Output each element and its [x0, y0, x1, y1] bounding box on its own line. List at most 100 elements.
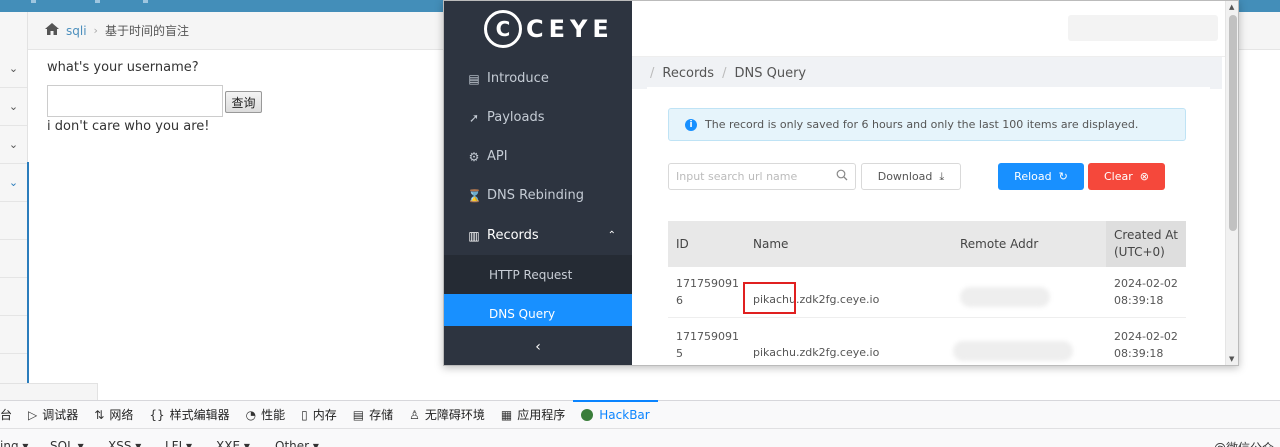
nav-item-api[interactable]: ⚙ API — [444, 137, 632, 176]
download-label: Download — [877, 170, 933, 183]
row-created-at: 2024-02-02 08:39:18 — [1114, 275, 1178, 309]
vertical-scrollbar[interactable]: ▲ ▼ — [1225, 1, 1238, 365]
clear-button[interactable]: Clear ⊗ — [1088, 163, 1165, 190]
row-name: pikachu.zdk2fg.ceye.io — [753, 346, 880, 359]
hackbar-menu-sql[interactable]: SQL ▾ — [50, 439, 84, 447]
row-id: 171759091 5 — [676, 328, 739, 362]
reload-button[interactable]: Reload ↻ — [998, 163, 1084, 190]
created-at-tz: (UTC+0) — [1114, 245, 1165, 259]
username-input[interactable] — [47, 85, 223, 117]
collapse-sidebar-button[interactable]: ‹ — [444, 326, 632, 365]
remote-addr-redacted — [960, 287, 1050, 307]
debugger-icon: ▷ — [28, 407, 38, 422]
scroll-up-icon[interactable]: ▲ — [1229, 3, 1234, 11]
nav-item-introduce[interactable]: ▤ Introduce — [444, 59, 632, 98]
tab-accessibility[interactable]: ♙ 无障碍环境 — [401, 401, 493, 429]
sidebar-active-indicator — [27, 162, 29, 394]
sidebar-chevron-active[interactable]: ⌄ — [0, 164, 27, 202]
row-created-at: 2024-02-02 08:39:18 — [1114, 328, 1178, 362]
nav-label: DNS Rebinding — [487, 188, 585, 203]
tab-label: 性能 — [261, 408, 286, 422]
user-menu[interactable] — [1068, 15, 1218, 41]
search-input[interactable]: Input search url name — [668, 163, 856, 190]
logo-text: CEYE — [526, 15, 614, 43]
created-at-label: Created At — [1114, 228, 1179, 242]
column-header-id: ID — [676, 237, 689, 251]
nav-label: Payloads — [487, 110, 545, 125]
nav-item-dns-rebinding[interactable]: ⌛ DNS Rebinding — [444, 176, 632, 215]
ceye-logo[interactable]: C CEYE — [484, 9, 614, 49]
sidebar-row — [0, 240, 27, 278]
breadcrumb-records[interactable]: Records — [662, 66, 714, 81]
tab-label: 内存 — [312, 408, 337, 422]
tab-label: 应用程序 — [517, 408, 566, 422]
download-icon: ⤓ — [939, 169, 945, 183]
sidebar-chevron-3[interactable]: ⌄ — [0, 126, 27, 164]
hackbar-menu-encoding[interactable]: ing ▾ — [0, 439, 28, 447]
tab-network[interactable]: ⇅ 网络 — [86, 401, 141, 429]
breadcrumb-current: 基于时间的盲注 — [104, 24, 189, 38]
hourglass-icon: ⌛ — [467, 188, 482, 203]
ceye-breadcrumb: / Records / DNS Query — [632, 57, 1222, 89]
tab-console[interactable]: 台 — [0, 401, 20, 429]
hackbar-menu-other[interactable]: Other ▾ — [275, 439, 319, 447]
hackbar-menu-xss[interactable]: XSS ▾ — [108, 439, 141, 447]
tab-label: 样式编辑器 — [169, 408, 230, 422]
nav-item-payloads[interactable]: ➚ Payloads — [444, 98, 632, 137]
tab-style-editor[interactable]: {} 样式编辑器 — [141, 401, 237, 429]
query-button[interactable]: 查询 — [225, 91, 262, 113]
tab-storage[interactable]: ▤ 存储 — [345, 401, 401, 429]
hackbar-menu: ing ▾ SQL ▾ XSS ▾ LFI ▾ XXE ▾ Other ▾ @微… — [0, 428, 1280, 447]
row-id-line1: 171759091 — [676, 330, 739, 343]
clear-label: Clear — [1104, 170, 1133, 183]
pikachu-sidebar: ⌄ ⌄ ⌄ ⌄ — [0, 12, 29, 394]
reload-icon: ↻ — [1058, 170, 1068, 183]
scroll-down-icon[interactable]: ▼ — [1229, 355, 1234, 363]
sidebar-row — [0, 316, 27, 354]
records-table-header: ID Name Remote Addr Created At (UTC+0) — [668, 221, 1186, 267]
tab-hackbar[interactable]: HackBar — [573, 399, 659, 429]
nav-label: Introduce — [487, 71, 549, 86]
nav-sub-http-request[interactable]: HTTP Request — [444, 255, 632, 294]
nav-fragment — [95, 0, 100, 3]
sidebar-chevron-1[interactable]: ⌄ — [0, 50, 27, 88]
tab-debugger[interactable]: ▷ 调试器 — [20, 401, 86, 429]
tab-label: 网络 — [109, 408, 134, 422]
network-icon: ⇅ — [94, 407, 105, 422]
hackbar-menu-xxe[interactable]: XXE ▾ — [216, 439, 250, 447]
nav-label: API — [487, 149, 508, 164]
hackbar-menu-lfi[interactable]: LFI ▾ — [165, 439, 192, 447]
query-result-text: i don't care who you are! — [47, 119, 210, 134]
tab-application[interactable]: ▦ 应用程序 — [493, 401, 573, 429]
dns-query-panel: i The record is only saved for 6 hours a… — [647, 87, 1210, 365]
hackbar-icon — [581, 408, 594, 421]
scrollbar-thumb[interactable] — [1229, 15, 1237, 231]
reload-label: Reload — [1014, 170, 1052, 183]
column-header-remote-addr: Remote Addr — [960, 237, 1039, 251]
grid-icon: ▦ — [500, 407, 513, 422]
breadcrumb-link-sqli[interactable]: sqli — [66, 24, 87, 38]
tab-performance[interactable]: ◔ 性能 — [238, 401, 294, 429]
breadcrumb-separator: › — [93, 24, 98, 37]
download-button[interactable]: Download ⤓ — [861, 163, 961, 190]
search-icon — [836, 169, 848, 184]
devtools-toolbar: 台 ▷ 调试器 ⇅ 网络 {} 样式编辑器 ◔ 性能 ▯ 内存 ▤ 存储 ♙ 无障碍环境 ▦ 应… — [0, 399, 1280, 429]
gauge-icon: ◔ — [245, 407, 257, 422]
column-header-created-at: Created At (UTC+0) — [1106, 221, 1186, 267]
column-header-name: Name — [753, 237, 789, 251]
chevron-up-icon: ⌃ — [607, 230, 616, 241]
sidebar-chevron-2[interactable]: ⌄ — [0, 88, 27, 126]
tab-label: 调试器 — [42, 408, 79, 422]
breadcrumb-separator: / — [650, 65, 655, 81]
sidebar-row — [0, 278, 27, 316]
breadcrumb-separator: / — [722, 65, 727, 81]
row-date: 2024-02-02 — [1114, 330, 1178, 343]
home-icon[interactable] — [44, 22, 60, 40]
row-id-line1: 171759091 — [676, 277, 739, 290]
rocket-icon: ➚ — [468, 110, 480, 125]
username-prompt: what's your username? — [47, 60, 199, 75]
tab-memory[interactable]: ▯ 内存 — [293, 401, 345, 429]
sidebar-row — [0, 202, 27, 240]
nav-item-records[interactable]: ▥ Records ⌃ — [444, 216, 632, 255]
info-alert: i The record is only saved for 6 hours a… — [668, 108, 1186, 141]
